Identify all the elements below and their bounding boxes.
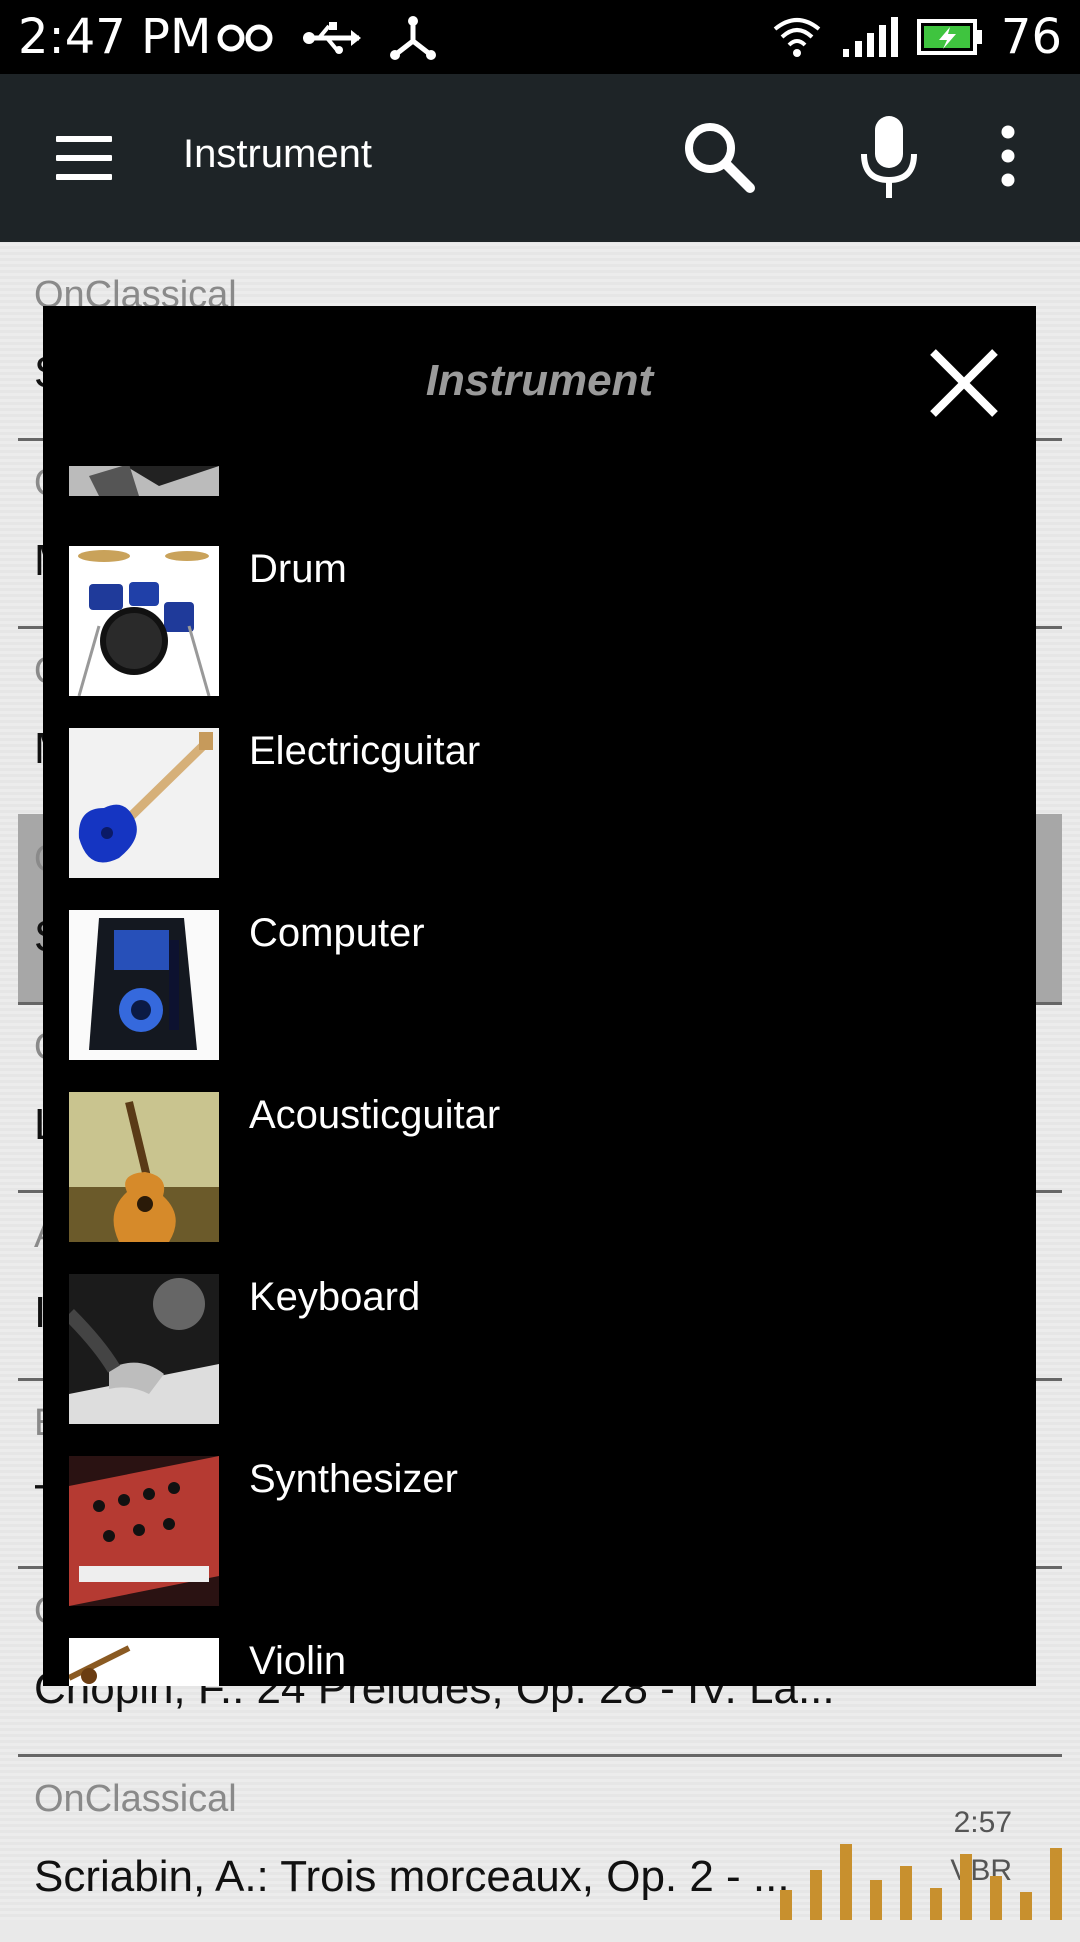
- instrument-label: Drum: [249, 547, 347, 591]
- microphone-icon[interactable]: [858, 114, 920, 202]
- voicemail-icon: [217, 24, 273, 52]
- instrument-item[interactable]: [69, 466, 1009, 496]
- instrument-item-keyboard[interactable]: Keyboard: [69, 1274, 1009, 1424]
- instrument-label: Synthesizer: [249, 1457, 458, 1501]
- instrument-item-violin[interactable]: Violin: [69, 1638, 1009, 1686]
- search-icon[interactable]: [680, 118, 758, 196]
- app-bar: Instrument: [0, 74, 1080, 242]
- instrument-list: Drum Electricguitar Computer Acousticgui…: [43, 466, 1036, 1686]
- instrument-item-electricguitar[interactable]: Electricguitar: [69, 728, 1009, 878]
- usb-icon: [303, 22, 361, 54]
- instrument-item-computer[interactable]: Computer: [69, 910, 1009, 1060]
- keyboard-thumbnail: [69, 1274, 219, 1424]
- more-vert-icon[interactable]: [995, 124, 1021, 188]
- status-time: 2:47 PM: [18, 9, 212, 65]
- wifi-icon: [773, 18, 821, 57]
- partial-thumbnail: [69, 466, 219, 496]
- app-bar-title: Instrument: [183, 132, 372, 176]
- track-title: Scriabin, A.: Trois morceaux, Op. 2 - ..…: [34, 1852, 790, 1901]
- status-icons-right: 76: [771, 8, 1062, 66]
- track-duration: 2:57: [953, 1806, 1012, 1839]
- dialog-title: Instrument: [425, 356, 654, 405]
- equalizer-icon: [780, 1844, 1062, 1920]
- instrument-dialog: Instrument Drum Electricguitar Computer …: [43, 306, 1036, 1686]
- instrument-label: Keyboard: [249, 1275, 421, 1319]
- instrument-label: Acousticguitar: [249, 1093, 501, 1137]
- battery-charging-icon: [916, 19, 982, 55]
- instrument-label: Electricguitar: [249, 729, 481, 773]
- menu-icon[interactable]: [56, 136, 112, 180]
- instrument-item-acousticguitar[interactable]: Acousticguitar: [69, 1092, 1009, 1242]
- synthesizer-thumbnail: [69, 1456, 219, 1606]
- close-icon[interactable]: [925, 344, 1003, 422]
- battery-percent: 76: [1000, 9, 1062, 65]
- instrument-item-synthesizer[interactable]: Synthesizer: [69, 1456, 1009, 1606]
- drum-kit-thumbnail: [69, 546, 219, 696]
- signal-icon: [842, 17, 898, 57]
- instrument-label: Violin: [249, 1639, 347, 1683]
- computer-tower-thumbnail: [69, 910, 219, 1060]
- violin-thumbnail: [69, 1638, 219, 1686]
- status-bar: 2:47 PM 76: [0, 0, 1080, 74]
- electric-guitar-thumbnail: [69, 728, 219, 878]
- acoustic-guitar-thumbnail: [69, 1092, 219, 1242]
- instrument-item-drum[interactable]: Drum: [69, 546, 1009, 696]
- share-icon: [390, 16, 436, 60]
- instrument-label: Computer: [249, 911, 425, 955]
- track-source: OnClassical: [34, 1778, 237, 1820]
- status-icons-left: [215, 14, 437, 62]
